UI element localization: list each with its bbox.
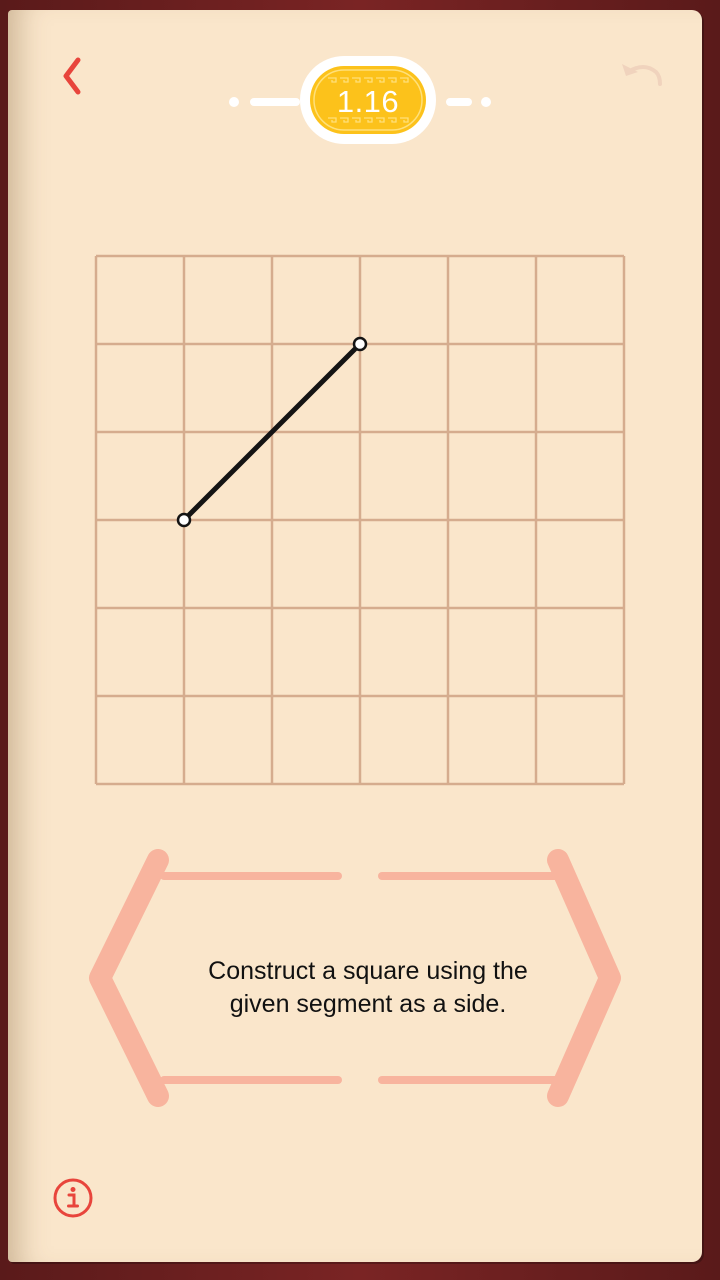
instruction-text: Construct a square using the given segme…: [178, 955, 558, 1021]
undo-button[interactable]: [618, 58, 666, 94]
info-button[interactable]: [52, 1177, 94, 1219]
segment-endpoint-b[interactable]: [352, 336, 368, 352]
level-badge: 1.16: [300, 56, 436, 144]
level-number: 1.16: [336, 84, 400, 119]
back-button[interactable]: [56, 54, 92, 98]
instruction-line-2: given segment as a side.: [229, 990, 507, 1018]
instruction-line-1: Construct a square using the: [208, 957, 528, 985]
level-indicator: 1.16: [228, 54, 508, 150]
undo-icon: [622, 64, 662, 86]
grid: [94, 254, 626, 786]
info-icon: [53, 1178, 93, 1218]
given-segment: [181, 341, 363, 523]
construction-board[interactable]: [8, 10, 702, 1262]
chevron-left-icon: [63, 57, 81, 95]
segment-endpoint-a[interactable]: [176, 512, 192, 528]
page: 1.16 Construct a square using the given …: [8, 10, 702, 1262]
